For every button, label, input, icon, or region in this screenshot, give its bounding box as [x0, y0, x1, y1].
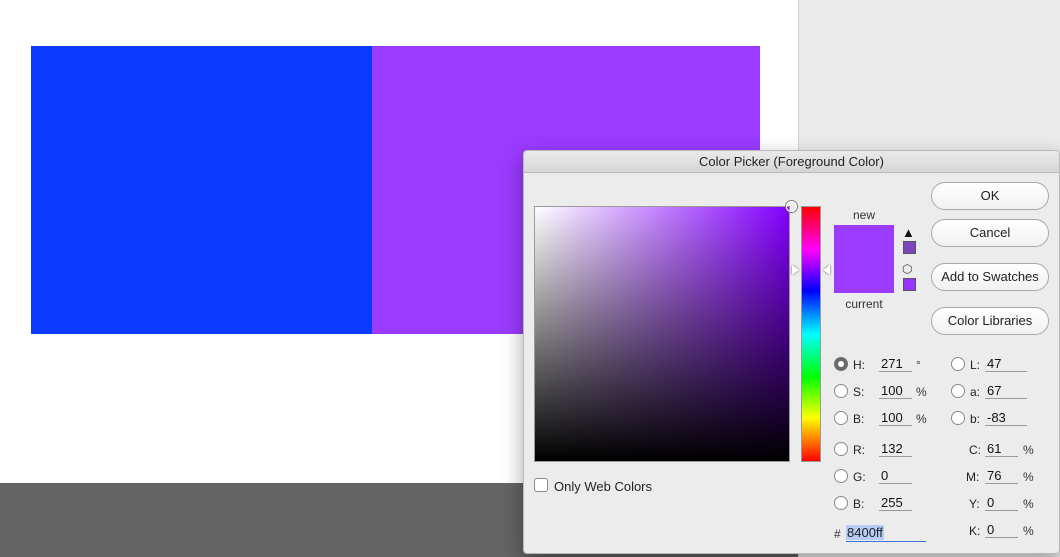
cyan-input[interactable]: 61 — [985, 441, 1018, 457]
hue-label: H: — [853, 358, 865, 372]
current-color-swatch[interactable] — [834, 259, 894, 293]
black-input[interactable]: 0 — [985, 522, 1018, 538]
yellow-input[interactable]: 0 — [985, 495, 1018, 511]
current-color-label: current — [845, 297, 883, 311]
only-web-colors-checkbox[interactable] — [534, 478, 548, 492]
web-safe-swatch[interactable] — [903, 278, 916, 291]
hue-slider[interactable] — [801, 206, 821, 462]
saturation-brightness-field[interactable] — [534, 201, 797, 462]
cancel-button[interactable]: Cancel — [931, 219, 1049, 247]
lab-a-label: a: — [970, 385, 981, 399]
hex-label: # — [834, 527, 841, 541]
green-input[interactable]: 0 — [879, 468, 912, 484]
only-web-colors-label[interactable]: Only Web Colors — [554, 479, 652, 494]
blue-radio[interactable] — [834, 496, 848, 510]
color-picker-dialog: Color Picker (Foreground Color) new curr… — [523, 150, 1060, 554]
hex-input[interactable]: 8400ff — [846, 524, 926, 542]
hue-radio[interactable] — [834, 357, 848, 371]
blue-input[interactable]: 255 — [879, 495, 912, 511]
lab-l-input[interactable]: 47 — [985, 356, 1027, 372]
red-input[interactable]: 132 — [879, 441, 912, 457]
new-color-swatch — [834, 225, 894, 259]
color-field-marker[interactable] — [786, 201, 797, 212]
red-radio[interactable] — [834, 442, 848, 456]
yellow-unit: % — [1023, 497, 1034, 511]
lab-l-label: L: — [970, 358, 981, 372]
gamut-warning-swatch[interactable] — [903, 241, 916, 254]
brightness-input[interactable]: 100 — [879, 410, 912, 426]
cyan-unit: % — [1023, 443, 1034, 457]
magenta-input[interactable]: 76 — [985, 468, 1018, 484]
color-libraries-button[interactable]: Color Libraries — [931, 307, 1049, 335]
dialog-title[interactable]: Color Picker (Foreground Color) — [524, 151, 1059, 173]
ok-button[interactable]: OK — [931, 182, 1049, 210]
cyan-label: C: — [969, 443, 981, 457]
blue-label: B: — [853, 497, 865, 511]
red-label: R: — [853, 443, 865, 457]
cube-icon[interactable]: ⬡ — [902, 263, 912, 275]
green-label: G: — [853, 470, 866, 484]
magenta-label: M: — [966, 470, 980, 484]
add-to-swatches-button[interactable]: Add to Swatches — [931, 263, 1049, 291]
hue-slider-left-arrow-icon[interactable] — [792, 265, 799, 275]
brightness-radio[interactable] — [834, 411, 848, 425]
magenta-unit: % — [1023, 470, 1034, 484]
saturation-unit: % — [916, 385, 927, 399]
saturation-radio[interactable] — [834, 384, 848, 398]
black-unit: % — [1023, 524, 1034, 538]
blue-rectangle[interactable] — [31, 46, 372, 334]
brightness-label: B: — [853, 412, 865, 426]
lab-a-radio[interactable] — [951, 384, 965, 398]
hex-value-text: 8400ff — [846, 525, 884, 540]
hue-input[interactable]: 271 — [879, 356, 912, 372]
yellow-label: Y: — [969, 497, 980, 511]
brightness-unit: % — [916, 412, 927, 426]
green-radio[interactable] — [834, 469, 848, 483]
lab-a-input[interactable]: 67 — [985, 383, 1027, 399]
new-color-label: new — [852, 208, 875, 222]
lab-b-radio[interactable] — [951, 411, 965, 425]
hue-unit: ° — [916, 358, 921, 372]
hue-slider-right-arrow-icon[interactable] — [823, 265, 830, 275]
warning-triangle-icon[interactable]: ▲ — [902, 226, 915, 239]
lab-b-label: b: — [970, 412, 981, 426]
lab-l-radio[interactable] — [951, 357, 965, 371]
saturation-label: S: — [853, 385, 865, 399]
lab-b-input[interactable]: -83 — [985, 410, 1027, 426]
black-label: K: — [969, 524, 981, 538]
saturation-input[interactable]: 100 — [879, 383, 912, 399]
